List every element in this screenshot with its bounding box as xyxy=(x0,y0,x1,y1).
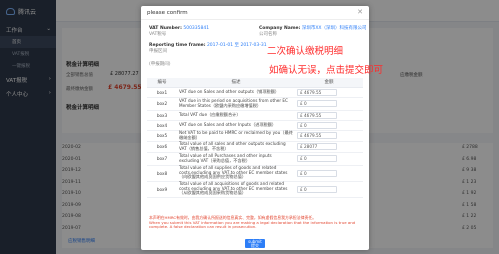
row-amount-cell: £ 0 xyxy=(295,165,363,182)
row-description: Total value of all supplies of goods and… xyxy=(177,165,295,182)
row-code: box8 xyxy=(147,165,177,182)
row-description: Total VAT due（应缴税额合计） xyxy=(177,110,295,121)
vat-table-row: box1 VAT due on Sales and other outputs（销… xyxy=(147,87,363,98)
amount-field[interactable]: £ 0 xyxy=(297,155,337,162)
amount-field[interactable]: £ 0 xyxy=(297,185,337,193)
hint-confirm-detail: 二次确认缴税明细 xyxy=(267,46,344,57)
row-amount-cell: £ 0 xyxy=(295,181,363,198)
submit-button[interactable]: submit 提交 xyxy=(245,239,265,248)
vat-table-row: box3 Total VAT due（应缴税额合计） £ 4679.55 xyxy=(147,110,363,121)
row-description: Total value of all Purchases and other i… xyxy=(177,152,295,166)
amount-field[interactable]: £ 0 xyxy=(297,100,337,107)
col-desc: 描述 xyxy=(177,78,295,88)
row-amount-cell: £ 0 xyxy=(295,120,363,131)
row-description: Total value of all sales and other outpu… xyxy=(177,141,295,153)
close-icon[interactable]: ✕ xyxy=(357,9,363,16)
amount-field[interactable]: £ 0 xyxy=(297,121,337,129)
legal-declaration: 本声明在HMRC有效时，由我方确认所报送的信息真实、完整，如有虚假信息我方承担法… xyxy=(149,215,356,230)
row-code: box5 xyxy=(147,130,177,142)
vat-table: 编号 描述 金额 box1 VAT due on Sales and other … xyxy=(147,78,363,198)
period-block: Reporting time frame: 2017-01-01 至 2017-… xyxy=(149,43,267,54)
vat-table-header: 编号 描述 金额 xyxy=(147,78,363,88)
col-code: 编号 xyxy=(147,78,177,88)
vat-table-row: box8 Total value of all supplies of goods… xyxy=(147,165,363,182)
row-code: box4 xyxy=(147,120,177,131)
row-code: box9 xyxy=(147,181,177,198)
dialog-header: please confirm ✕ xyxy=(141,6,369,20)
row-description: VAT due in this period on acquisitions f… xyxy=(177,97,295,111)
vat-table-row: box7 Total value of all Purchases and oth… xyxy=(147,152,363,166)
row-amount-cell: £ 4679.55 xyxy=(295,130,363,142)
dialog-title: please confirm xyxy=(147,9,188,16)
row-code: box2 xyxy=(147,97,177,111)
vat-table-row: box2 VAT due in this period on acquisitio… xyxy=(147,97,363,111)
vat-table-row: box9 Total value of all acquisitions of g… xyxy=(147,181,363,198)
row-amount-cell: £ 28077 xyxy=(295,141,363,153)
amount-field[interactable]: £ 4679.55 xyxy=(297,111,337,119)
row-amount-cell: £ 0 xyxy=(295,97,363,111)
company-value: 深圳市XX（深圳）科技有限公司 xyxy=(301,26,367,31)
row-description: Net VAT to be paid to HMRC or reclaimed … xyxy=(177,130,295,142)
row-code: box6 xyxy=(147,141,177,153)
col-amount: 金额 xyxy=(295,78,363,88)
row-description: VAT due on Sales and other outputs（销项税额） xyxy=(177,87,295,98)
row-code: box3 xyxy=(147,110,177,121)
row-amount-cell: £ 0 xyxy=(295,152,363,166)
period-value: 2017-01-01 至 2017-03-31 xyxy=(206,43,267,48)
row-amount-cell: £ 4679.55 xyxy=(295,87,363,98)
amount-field[interactable]: £ 28077 xyxy=(297,143,337,150)
vat-table-row: box5 Net VAT to be paid to HMRC or reclai… xyxy=(147,130,363,142)
amount-field[interactable]: £ 4679.55 xyxy=(297,132,337,139)
row-description: VAT due on Sales and other Inputs（进项税额） xyxy=(177,120,295,131)
company-block: Company Name: 深圳市XX（深圳）科技有限公司 公司名称 xyxy=(259,26,367,37)
vat-number-value: 500335841 xyxy=(183,26,210,31)
confirm-dialog: please confirm ✕ VAT Number: 500335841 V… xyxy=(141,6,383,250)
hint-submit: 如确认无误，点击提交即可 xyxy=(269,65,384,76)
row-code: box1 xyxy=(147,87,177,98)
vat-number-block: VAT Number: 500335841 VAT税号 xyxy=(149,26,210,37)
row-code: box7 xyxy=(147,152,177,166)
amount-field[interactable]: £ 4679.55 xyxy=(297,88,337,96)
amount-field[interactable]: £ 0 xyxy=(297,169,337,177)
row-amount-cell: £ 4679.55 xyxy=(295,110,363,121)
vat-table-row: box6 Total value of all sales and other o… xyxy=(147,141,363,153)
vat-table-row: box4 VAT due on Sales and other Inputs（进项… xyxy=(147,120,363,131)
row-description: Total value of all acquisitions of goods… xyxy=(177,181,295,198)
period-note: (申报期间) xyxy=(149,62,171,67)
